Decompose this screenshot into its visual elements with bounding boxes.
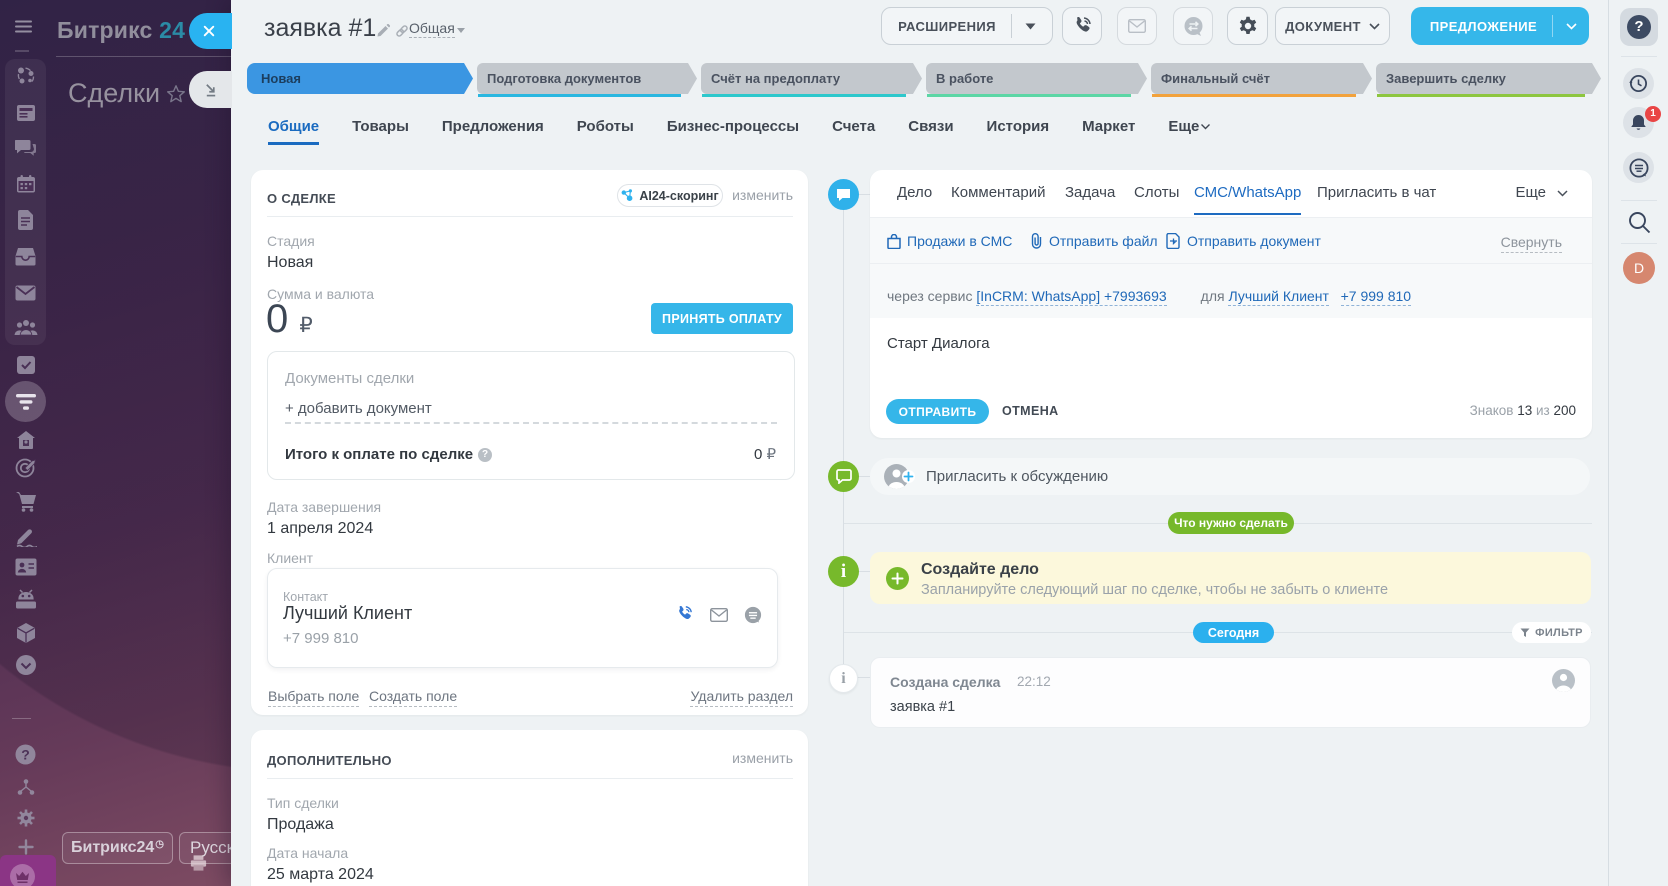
svg-text:?: ? — [21, 747, 30, 763]
